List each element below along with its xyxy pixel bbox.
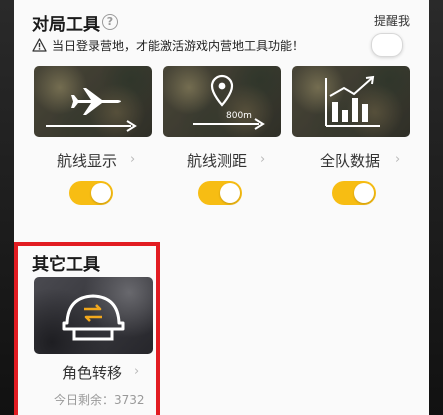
route-distance-tile[interactable]: 800m (163, 66, 281, 137)
route-distance-chevron-icon[interactable]: › (260, 152, 265, 167)
team-data-label: 全队数据 (320, 152, 381, 170)
team-data-tile[interactable] (292, 66, 410, 137)
role-transfer-tile[interactable] (34, 277, 153, 354)
warning-text: 当日登录营地，才能激活游戏内营地工具功能！ (52, 38, 305, 53)
help-icon[interactable]: ? (102, 14, 118, 30)
remaining-count: 今日剩余：3732 (54, 393, 145, 407)
toggle-knob (220, 183, 240, 203)
match-tools-title: 对局工具 (32, 15, 100, 35)
location-pin-distance-icon (193, 74, 265, 130)
team-data-toggle[interactable] (332, 181, 376, 205)
team-data-chevron-icon[interactable]: › (395, 152, 400, 167)
left-dark-edge (0, 0, 14, 415)
route-display-label: 航线显示 (57, 152, 118, 170)
helmet-swap-icon (62, 294, 125, 341)
distance-text: 800m (226, 111, 252, 121)
route-distance-toggle[interactable] (198, 181, 242, 205)
toggle-knob (354, 183, 374, 203)
tools-panel: 对局工具 ? 提醒我 当日登录营地，才能激活游戏内营地工具功能！ 航线显示 › (14, 0, 429, 415)
warning-triangle-icon (32, 38, 47, 52)
route-display-tile[interactable] (34, 66, 152, 137)
remind-me-label: 提醒我 (374, 14, 411, 28)
activation-warning: 当日登录营地，才能激活游戏内营地工具功能！ (32, 36, 304, 54)
route-display-toggle[interactable] (69, 181, 113, 205)
right-dark-edge (429, 0, 443, 415)
toggle-knob (91, 183, 111, 203)
route-distance-label: 航线测距 (187, 152, 248, 170)
airplane-route-icon (46, 88, 137, 132)
role-transfer-label: 角色转移 (62, 364, 123, 382)
other-tools-title: 其它工具 (32, 255, 100, 275)
remind-me-toggle[interactable] (371, 33, 403, 57)
bar-chart-trend-icon (325, 75, 380, 127)
role-transfer-chevron-icon[interactable]: › (134, 364, 139, 379)
route-display-chevron-icon[interactable]: › (130, 152, 135, 167)
